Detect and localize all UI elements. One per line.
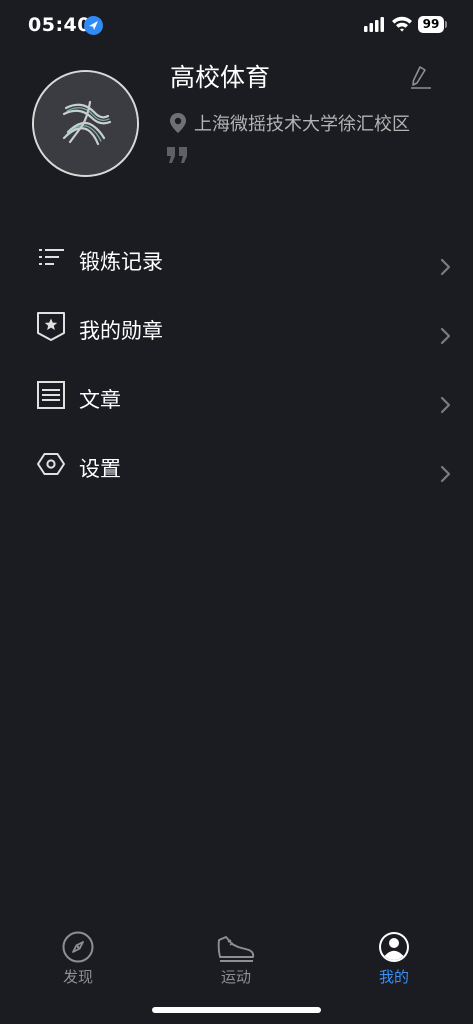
tab-label: 运动 bbox=[220, 968, 251, 986]
logo-icon bbox=[34, 72, 137, 175]
menu-label: 我的勋章 bbox=[79, 319, 163, 343]
tab-mine[interactable]: 我的 bbox=[334, 918, 454, 988]
menu-item-settings[interactable]: 设置 bbox=[0, 427, 473, 496]
cellular-signal-icon bbox=[364, 17, 386, 33]
tab-label: 我的 bbox=[378, 968, 409, 986]
edit-pencil-icon[interactable] bbox=[405, 62, 433, 90]
user-profile-icon bbox=[377, 930, 411, 964]
quote-icon bbox=[166, 145, 190, 165]
status-bar: 05:40 99 bbox=[0, 0, 473, 52]
sneaker-icon bbox=[216, 930, 256, 964]
tab-discover[interactable]: 发现 bbox=[18, 918, 138, 988]
menu-label: 设置 bbox=[79, 457, 121, 481]
chevron-right-icon bbox=[438, 326, 452, 346]
profile-menu: 锻炼记录 我的勋章 文章 设置 bbox=[0, 220, 473, 496]
menu-label: 锻炼记录 bbox=[79, 250, 163, 274]
location-text: 上海微摇技术大学徐汇校区 bbox=[194, 114, 410, 135]
battery-level: 99 bbox=[418, 16, 444, 33]
status-time: 05:40 bbox=[28, 14, 91, 36]
wifi-icon bbox=[391, 15, 413, 33]
location-row: 上海微摇技术大学徐汇校区 bbox=[168, 111, 410, 135]
menu-item-exercise-records[interactable]: 锻炼记录 bbox=[0, 220, 473, 289]
compass-icon bbox=[61, 930, 95, 964]
menu-label: 文章 bbox=[79, 388, 121, 412]
menu-item-my-medals[interactable]: 我的勋章 bbox=[0, 289, 473, 358]
profile-screen: 05:40 99 高校体育 上海微摇技术大学徐汇校区 锻炼记录 我的勋章 文章 … bbox=[0, 0, 473, 1024]
chevron-right-icon bbox=[438, 464, 452, 484]
tab-bar: 发现 运动 我的 bbox=[0, 918, 473, 998]
list-icon bbox=[36, 242, 66, 272]
map-pin-icon bbox=[168, 112, 188, 134]
chevron-right-icon bbox=[438, 395, 452, 415]
profile-name: 高校体育 bbox=[170, 63, 271, 92]
home-indicator bbox=[152, 1007, 321, 1013]
settings-hexagon-icon bbox=[36, 449, 66, 479]
location-arrow-icon bbox=[84, 16, 103, 35]
menu-item-articles[interactable]: 文章 bbox=[0, 358, 473, 427]
tab-label: 发现 bbox=[62, 968, 93, 986]
chevron-right-icon bbox=[438, 257, 452, 277]
medal-badge-icon bbox=[36, 311, 66, 341]
avatar[interactable] bbox=[32, 70, 139, 177]
tab-sports[interactable]: 运动 bbox=[176, 918, 296, 988]
battery-icon: 99 bbox=[418, 16, 447, 34]
article-icon bbox=[36, 380, 66, 410]
